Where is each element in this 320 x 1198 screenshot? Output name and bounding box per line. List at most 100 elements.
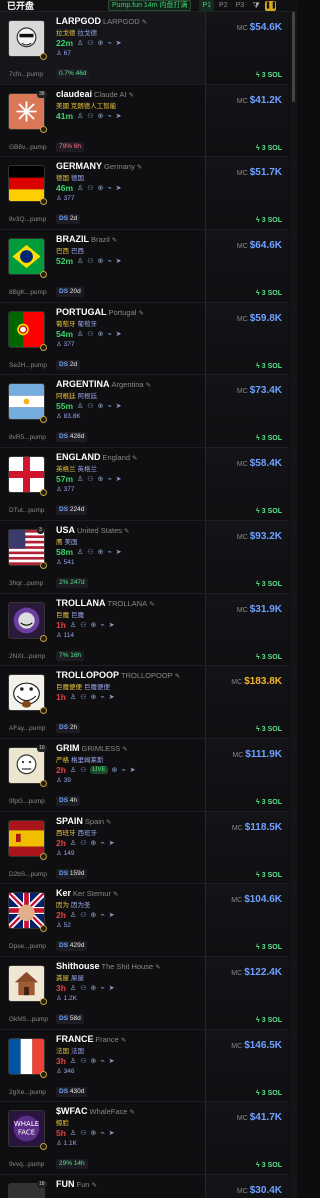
token-row[interactable]: 10 9fpG...pump GRIM GRIMLESS ✎ 严格 格里姆莱斯 2h ♙ ⚇ LIV… xyxy=(0,738,289,812)
globe-icon[interactable]: ⊕ xyxy=(98,329,104,340)
buy-button[interactable]: ϟ3 SOL xyxy=(256,145,282,152)
token-avatar[interactable] xyxy=(8,528,45,566)
token-address[interactable]: Dpse...pump xyxy=(9,943,46,950)
token-avatar[interactable] xyxy=(8,601,45,639)
token-avatar[interactable] xyxy=(8,238,45,276)
token-avatar[interactable] xyxy=(8,20,45,57)
globe-icon[interactable]: ⊕ xyxy=(90,620,96,631)
token-address[interactable]: DTut...pump xyxy=(9,507,45,514)
link-icon[interactable]: ⌁ xyxy=(107,183,111,194)
token-ticker[interactable]: FUN xyxy=(56,1179,75,1189)
token-row[interactable]: 8vR5...pump ARGENTINA Argentina ✎ 阿根廷 阿根廷 55m ♙… xyxy=(0,375,289,449)
tab-p2[interactable]: P2 xyxy=(216,0,231,11)
telegram-icon[interactable]: ➤ xyxy=(130,765,136,776)
token-address[interactable]: 7cfn...pump xyxy=(9,71,43,78)
token-avatar[interactable] xyxy=(8,746,45,784)
link-icon[interactable]: ⌁ xyxy=(107,474,111,485)
edit-icon[interactable]: ✎ xyxy=(121,1037,126,1044)
token-row[interactable]: 2gXe...pump FRANCE France ✎ 法国 法国 3h ♙ ⚇ ⊕ ⌁ ➤ ♙ 346… xyxy=(0,1029,289,1103)
edit-icon[interactable]: ✎ xyxy=(146,382,151,389)
tab-p3[interactable]: P3 xyxy=(233,0,248,11)
token-avatar[interactable] xyxy=(8,674,45,712)
link-icon[interactable]: ⌁ xyxy=(100,838,104,849)
buy-button[interactable]: ϟ3 SOL xyxy=(256,944,282,951)
filter-chip[interactable]: Pump.fun 14m 内盘打满 xyxy=(108,0,192,11)
token-address[interactable]: GB8v...pump xyxy=(9,144,46,151)
token-ticker[interactable]: FRANCE xyxy=(56,1034,94,1044)
link-icon[interactable]: ⌁ xyxy=(121,765,125,776)
token-address[interactable]: 2gXe...pump xyxy=(9,1089,46,1096)
edit-icon[interactable]: ✎ xyxy=(112,237,117,244)
link-icon[interactable]: ⌁ xyxy=(100,692,104,703)
token-ticker[interactable]: GRIM xyxy=(56,743,80,753)
telegram-icon[interactable]: ➤ xyxy=(116,474,122,485)
telegram-icon[interactable]: ➤ xyxy=(116,329,122,340)
token-row[interactable]: DTut...pump ENGLAND England ✎ 英格兰 英格兰 57m ♙ ⚇ ⊕ ⌁ ➤… xyxy=(0,448,289,521)
token-address[interactable]: GkNS...pump xyxy=(9,1016,48,1023)
token-row[interactable]: D2bS...pump SPAIN Spain ✎ 西班牙 西班牙 2h ♙ ⚇ ⊕ ⌁ ➤ ♙ 149… xyxy=(0,811,289,885)
globe-icon[interactable]: ⊕ xyxy=(98,183,104,194)
link-icon[interactable]: ⌁ xyxy=(100,620,104,631)
token-address[interactable]: D2bS...pump xyxy=(9,871,47,878)
telegram-icon[interactable]: ➤ xyxy=(109,910,115,921)
telegram-icon[interactable]: ➤ xyxy=(109,1056,115,1067)
token-row[interactable]: 18 FUNFun✎♙⚇⊕⌁➤ MC$30.4K xyxy=(0,1175,289,1198)
edit-icon[interactable]: ✎ xyxy=(149,601,154,608)
link-icon[interactable]: ⌁ xyxy=(100,983,104,994)
buy-button[interactable]: ϟ3 SOL xyxy=(256,799,282,806)
token-ticker[interactable]: USA xyxy=(56,525,75,535)
link-icon[interactable]: ⌁ xyxy=(100,910,104,921)
token-ticker[interactable]: GERMANY xyxy=(56,161,102,171)
token-ticker[interactable]: TROLLOPOOP xyxy=(56,670,119,680)
token-avatar[interactable] xyxy=(8,310,45,348)
buy-button[interactable]: ϟ3 SOL xyxy=(256,363,282,370)
edit-icon[interactable]: ✎ xyxy=(175,673,180,680)
globe-icon[interactable]: ⊕ xyxy=(98,256,104,267)
token-ticker[interactable]: PORTUGAL xyxy=(56,307,107,317)
globe-icon[interactable]: ⊕ xyxy=(90,1056,96,1067)
globe-icon[interactable]: ⊕ xyxy=(90,692,96,703)
edit-icon[interactable]: ✎ xyxy=(129,92,134,99)
buy-button[interactable]: ϟ3 SOL xyxy=(256,654,282,661)
globe-icon[interactable]: ⊕ xyxy=(90,838,96,849)
link-icon[interactable]: ⌁ xyxy=(107,329,111,340)
scrollbar[interactable] xyxy=(290,12,297,1198)
buy-button[interactable]: ϟ3 SOL xyxy=(256,581,282,588)
token-avatar[interactable] xyxy=(8,964,45,1002)
token-address[interactable]: 3hqr...pump xyxy=(9,580,43,587)
token-ticker[interactable]: LARPGOD xyxy=(56,16,101,26)
buy-button[interactable]: ϟ3 SOL xyxy=(256,435,282,442)
telegram-icon[interactable]: ➤ xyxy=(116,183,122,194)
buy-button[interactable]: ϟ3 SOL xyxy=(256,872,282,879)
funnel-icon[interactable]: ⧩ xyxy=(251,1,261,11)
link-icon[interactable]: ⌁ xyxy=(107,547,111,558)
link-icon[interactable]: ⌁ xyxy=(100,1128,104,1139)
link-icon[interactable]: ⌁ xyxy=(100,1056,104,1067)
token-row[interactable]: 8v3Q...pump GERMANY Germany ✎ 德国 德国 46m ♙ ⚇ ⊕ ⌁ ➤ ♙ … xyxy=(0,157,289,231)
token-ticker[interactable]: BRAZIL xyxy=(56,234,89,244)
token-address[interactable]: 9vvq...pump xyxy=(9,1161,44,1168)
token-avatar[interactable] xyxy=(8,383,45,421)
link-icon[interactable]: ⌁ xyxy=(107,401,111,412)
token-ticker[interactable]: ARGENTINA xyxy=(56,379,110,389)
token-avatar[interactable] xyxy=(8,892,45,930)
edit-icon[interactable]: ✎ xyxy=(155,964,160,971)
telegram-icon[interactable]: ➤ xyxy=(109,1128,115,1139)
globe-icon[interactable]: ⊕ xyxy=(98,401,104,412)
buy-button[interactable]: ϟ3 SOL xyxy=(256,290,282,297)
globe-icon[interactable]: ⊕ xyxy=(98,111,104,122)
buy-button[interactable]: ϟ3 SOL xyxy=(256,1162,282,1169)
buy-button[interactable]: ϟ3 SOL xyxy=(256,726,282,733)
token-address[interactable]: 8BgK...pump xyxy=(9,289,47,296)
token-ticker[interactable]: SPAIN xyxy=(56,816,83,826)
telegram-icon[interactable]: ➤ xyxy=(109,692,115,703)
edit-icon[interactable]: ✎ xyxy=(113,891,118,898)
token-row[interactable]: GkNS...pump Shithouse The Shit House ✎ 粪屋 屎屋 3… xyxy=(0,956,289,1030)
globe-icon[interactable]: ⊕ xyxy=(98,474,104,485)
token-row[interactable]: 8BgK...pump BRAZIL Brazil ✎ 巴西 巴西 52m ♙ ⚇ ⊕ ⌁ ➤ DS 2… xyxy=(0,230,289,303)
link-icon[interactable]: ⌁ xyxy=(107,111,111,122)
token-address[interactable]: 8vR5...pump xyxy=(9,434,46,441)
token-row[interactable]: 7cfn...pump LARPGOD LARPGOD ✎ 拉戈德 拉戈德 22m ♙ ⚇ ⊕ ⌁ ➤… xyxy=(0,12,289,85)
token-address[interactable]: Se2H...pump xyxy=(9,362,47,369)
token-ticker[interactable]: Shithouse xyxy=(56,961,100,971)
